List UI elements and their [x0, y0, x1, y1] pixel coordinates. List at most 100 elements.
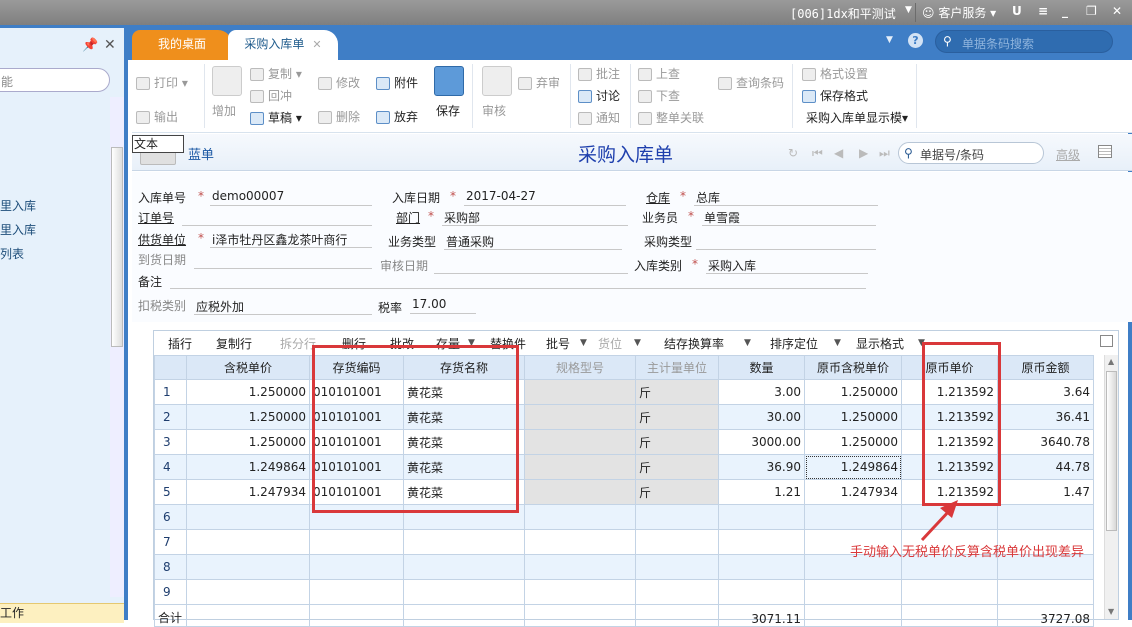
- grid-cell[interactable]: 3.00: [718, 379, 805, 405]
- up-query-button[interactable]: 上查: [638, 65, 680, 82]
- menu-search-input[interactable]: 能: [0, 68, 110, 92]
- save-button[interactable]: 保存: [436, 102, 460, 119]
- receipt-no-field[interactable]: demo00007: [210, 189, 372, 206]
- advanced-link[interactable]: 高级: [1056, 146, 1080, 163]
- grid-cell[interactable]: [901, 504, 998, 530]
- grid-cell[interactable]: 1.250000: [186, 429, 310, 455]
- chevron-down-icon[interactable]: ▼: [834, 338, 841, 348]
- salesman-field[interactable]: 单雪霞: [702, 209, 876, 226]
- warehouse-field[interactable]: 总库: [694, 189, 878, 206]
- down-query-button[interactable]: 下查: [638, 87, 680, 104]
- annotate-button[interactable]: 批注: [578, 65, 620, 82]
- tab-purchase-receipt[interactable]: 采购入库单 ✕: [228, 30, 338, 60]
- column-header[interactable]: 主计量单位: [635, 355, 719, 380]
- grid-cell[interactable]: [186, 579, 310, 605]
- grid-cell[interactable]: [524, 429, 636, 455]
- order-no-field[interactable]: [182, 209, 372, 226]
- grid-cell[interactable]: 斤: [635, 404, 719, 430]
- batch-no-dropdown[interactable]: 批号: [546, 335, 570, 352]
- close-panel-icon[interactable]: ✕: [104, 37, 116, 53]
- purchase-type-field[interactable]: [696, 233, 876, 250]
- insert-row-button[interactable]: 插行: [168, 335, 192, 352]
- pin-icon[interactable]: 📌: [82, 38, 98, 53]
- grid-cell[interactable]: [524, 479, 636, 505]
- grid-cell[interactable]: [524, 579, 636, 605]
- grid-cell[interactable]: 30.00: [718, 404, 805, 430]
- supplier-field[interactable]: i泽市牡丹区鑫龙茶叶商行: [210, 231, 372, 248]
- grid-cell[interactable]: 1.47: [997, 479, 1094, 505]
- chevron-down-icon[interactable]: ▼: [634, 338, 641, 348]
- order-no-label[interactable]: 订单号: [138, 209, 174, 226]
- grid-cell[interactable]: [997, 579, 1094, 605]
- grid-cell[interactable]: [524, 454, 636, 480]
- sort-locate-dropdown[interactable]: 排序定位: [770, 335, 818, 352]
- u-icon[interactable]: U: [1012, 4, 1022, 18]
- grid-cell[interactable]: 1.247934: [804, 479, 902, 505]
- grid-cell[interactable]: [309, 529, 404, 555]
- chevron-down-icon[interactable]: ▼: [744, 338, 751, 348]
- grid-cell[interactable]: [524, 529, 636, 555]
- column-header[interactable]: 规格型号: [524, 355, 636, 380]
- grid-cell[interactable]: 斤: [635, 429, 719, 455]
- remark-field[interactable]: [170, 272, 866, 289]
- prev-record-icon[interactable]: ◀: [834, 146, 843, 160]
- grid-cell[interactable]: [718, 529, 805, 555]
- grid-cell[interactable]: 44.78: [997, 454, 1094, 480]
- unaudit-button[interactable]: 弃审: [518, 74, 560, 91]
- work-tab[interactable]: 工作: [0, 603, 124, 623]
- nav-item[interactable]: 里入库: [0, 197, 36, 214]
- menu-icon[interactable]: ≡: [1038, 4, 1048, 18]
- minimize-button[interactable]: _: [1062, 4, 1068, 18]
- grid-cell[interactable]: 斤: [635, 454, 719, 480]
- warehouse-label[interactable]: 仓库: [646, 189, 670, 206]
- barcode-query-button[interactable]: 查询条码: [718, 74, 784, 91]
- grid-cell[interactable]: [186, 529, 310, 555]
- scroll-up-icon[interactable]: ▲: [1108, 357, 1114, 366]
- conversion-rate-button[interactable]: 结存换算率: [664, 335, 724, 352]
- list-view-icon[interactable]: [1098, 145, 1112, 158]
- display-format-dropdown[interactable]: 显示格式: [856, 335, 904, 352]
- grid-cell[interactable]: [635, 579, 719, 605]
- grid-cell[interactable]: 1.250000: [804, 429, 902, 455]
- delete-button[interactable]: 删除: [318, 108, 360, 125]
- column-header[interactable]: 含税单价: [186, 355, 310, 380]
- tab-list-dropdown-icon[interactable]: ▼: [886, 35, 893, 45]
- split-row-button[interactable]: 拆分行: [280, 335, 316, 352]
- grid-cell[interactable]: [403, 554, 525, 580]
- doc-search-input[interactable]: ⚲ 单据号/条码: [898, 142, 1044, 164]
- grid-cell[interactable]: [309, 579, 404, 605]
- first-record-icon[interactable]: ⏮: [812, 146, 823, 161]
- grid-cell[interactable]: [403, 529, 525, 555]
- copy-row-button[interactable]: 复制行: [216, 335, 252, 352]
- grid-cell[interactable]: [524, 504, 636, 530]
- grid-cell[interactable]: [804, 579, 902, 605]
- link-button[interactable]: 整单关联: [638, 109, 704, 126]
- scroll-down-icon[interactable]: ▼: [1108, 607, 1114, 616]
- nav-scrollbar[interactable]: [110, 97, 124, 597]
- scroll-thumb[interactable]: [1106, 371, 1117, 531]
- grid-cell[interactable]: [635, 529, 719, 555]
- grid-cell[interactable]: [186, 504, 310, 530]
- grid-cell[interactable]: [524, 379, 636, 405]
- next-record-icon[interactable]: ▶: [859, 146, 868, 160]
- modify-button[interactable]: 修改: [318, 74, 360, 91]
- grid-cell[interactable]: [901, 579, 998, 605]
- discuss-button[interactable]: 讨论: [578, 87, 620, 104]
- grid-cell[interactable]: 3.64: [997, 379, 1094, 405]
- location-dropdown[interactable]: 货位: [598, 335, 622, 352]
- fullscreen-icon[interactable]: [1100, 335, 1113, 347]
- tax-rate-field[interactable]: 17.00: [410, 297, 476, 314]
- column-header[interactable]: [154, 355, 187, 380]
- table-row[interactable]: 6: [154, 504, 1094, 530]
- nav-item[interactable]: 里入库: [0, 221, 36, 238]
- grid-cell[interactable]: [524, 554, 636, 580]
- receipt-date-field[interactable]: 2017-04-27: [464, 189, 626, 206]
- tab-desktop[interactable]: 我的桌面: [132, 30, 232, 60]
- grid-cell[interactable]: [718, 554, 805, 580]
- column-header[interactable]: 原币含税单价: [804, 355, 902, 380]
- column-header[interactable]: 原币金额: [997, 355, 1094, 380]
- scroll-thumb[interactable]: [111, 147, 123, 347]
- grid-cell[interactable]: [635, 504, 719, 530]
- grid-cell[interactable]: [524, 404, 636, 430]
- restore-button[interactable]: ❐: [1086, 4, 1097, 18]
